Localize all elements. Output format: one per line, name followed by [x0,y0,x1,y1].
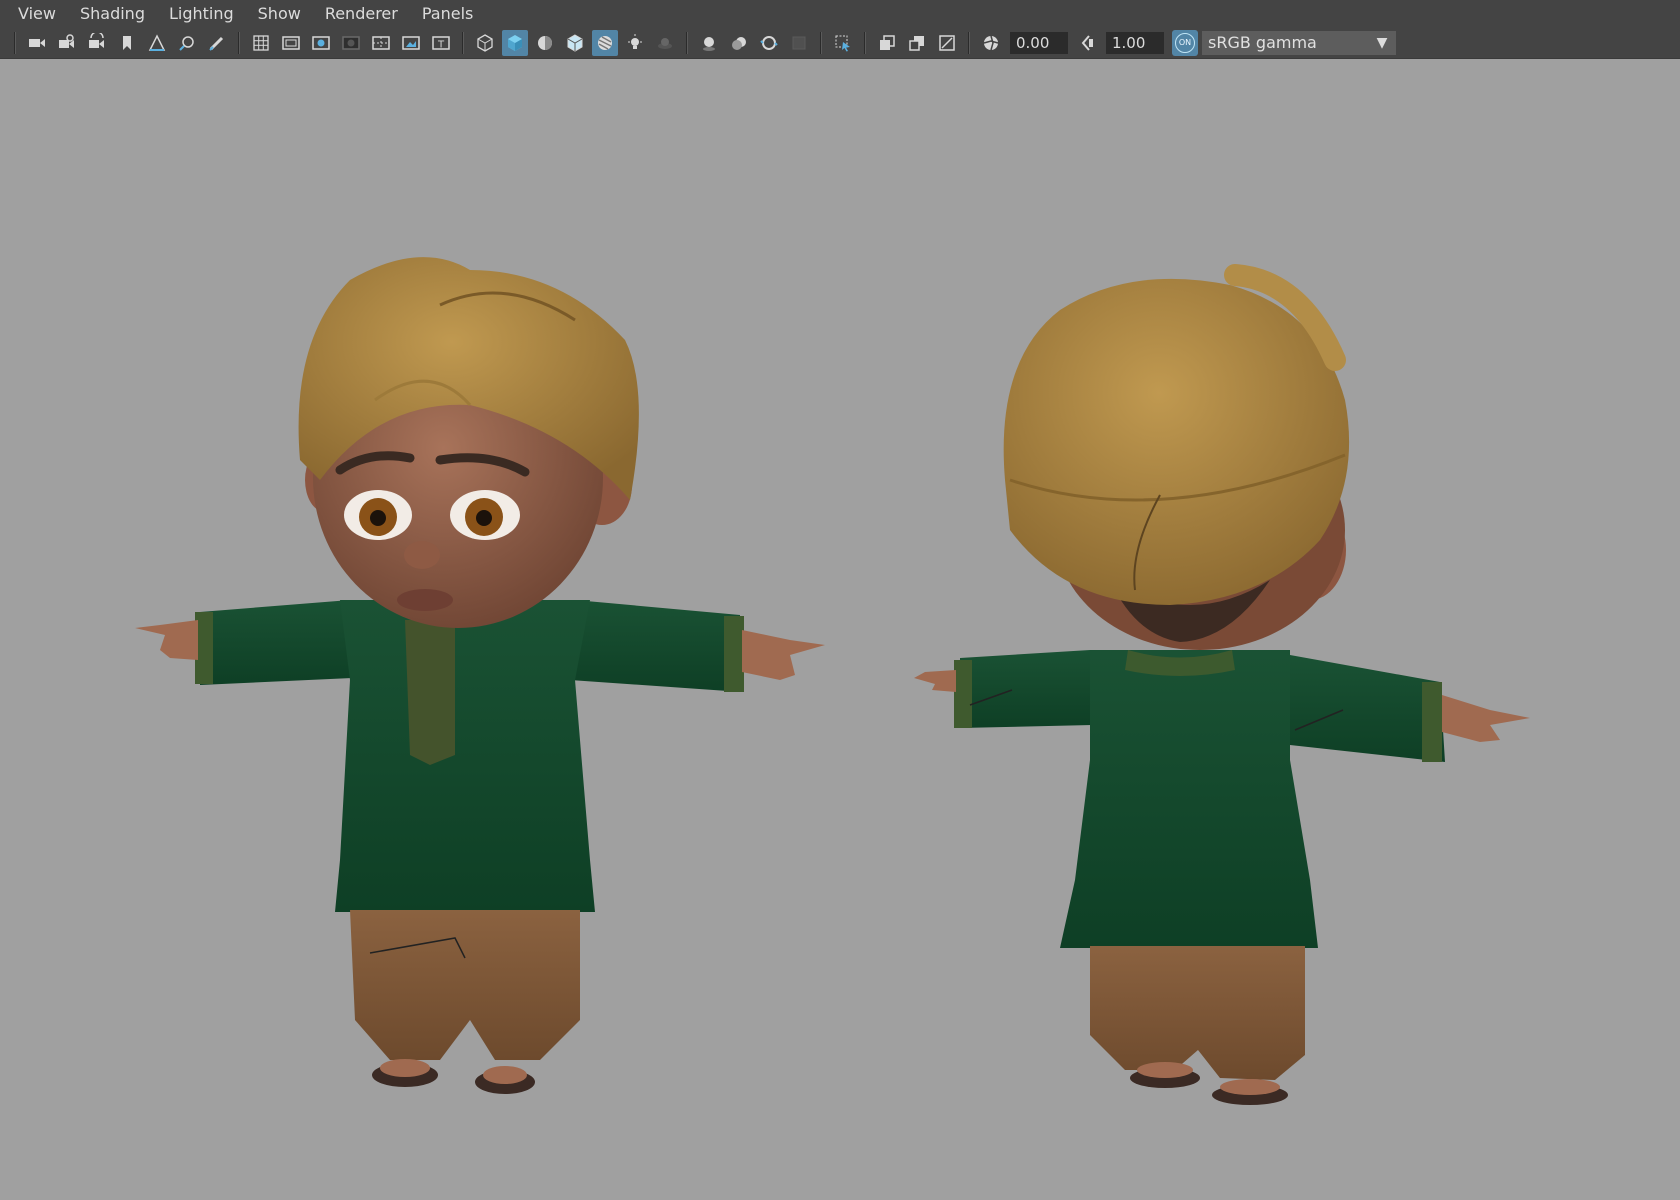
back-right-sleeve [1290,655,1445,762]
back-left-sleeve [960,650,1092,728]
back-right-foot [1220,1079,1280,1095]
color-management-on-label: ON [1175,32,1195,53]
backface-culling-icon[interactable] [934,30,960,56]
svg-text:T: T [437,39,445,50]
use-lights-icon[interactable] [622,30,648,56]
front-right-foot [483,1066,527,1084]
menu-lighting[interactable]: Lighting [157,0,246,27]
safe-title-icon[interactable]: T [428,30,454,56]
grid-icon[interactable] [248,30,274,56]
view-transform-label: sRGB gamma [1208,32,1317,52]
gamma-field[interactable]: 1.00 [1106,31,1164,54]
isolate-select-icon[interactable] [830,30,856,56]
toolbar-separator[interactable] [968,31,970,54]
safe-action-icon[interactable] [398,30,424,56]
front-kurta [335,600,595,912]
back-left-hand [914,670,956,692]
back-turban [1003,278,1350,605]
field-chart-icon[interactable] [368,30,394,56]
bookmark-icon[interactable] [114,30,140,56]
front-left-hand [135,620,198,660]
toolbar-separator[interactable] [864,31,866,54]
default-material-icon[interactable] [532,30,558,56]
back-kurta [1060,650,1318,948]
toolbar-separator[interactable] [462,31,464,54]
exposure-icon[interactable] [978,30,1004,56]
toolbar-separator[interactable] [238,31,240,54]
exposure-field[interactable]: 0.00 [1010,31,1068,54]
camera-icon[interactable] [24,30,50,56]
camera-attributes-icon[interactable] [54,30,80,56]
menu-view[interactable]: View [6,0,68,27]
toolbar-separator[interactable] [14,31,16,54]
wireframe-icon[interactable] [472,30,498,56]
front-pants [350,910,580,1060]
front-placket [405,620,455,765]
depth-of-field-icon[interactable] [786,30,812,56]
xray-active-components-icon[interactable] [904,30,930,56]
front-left-pupil [370,510,386,526]
wireframe-on-shaded-icon[interactable] [562,30,588,56]
shadows-icon[interactable] [652,30,678,56]
back-right-hand [1442,695,1530,742]
maya-viewport-panel: View Shading Lighting Show Renderer Pane… [0,0,1680,1200]
front-right-pupil [476,510,492,526]
menu-panels[interactable]: Panels [410,0,486,27]
view-transform-dropdown[interactable]: sRGB gamma ▼ [1202,30,1396,55]
xray-icon[interactable] [592,29,618,56]
viewport-scene [135,257,1530,1105]
gate-mask-icon[interactable] [338,30,364,56]
front-right-sleeve [570,600,742,692]
front-mouth [397,589,453,611]
front-right-cuff [724,616,744,692]
chevron-down-icon: ▼ [1376,34,1388,51]
color-management-toggle[interactable]: ON [1172,29,1198,56]
panel-toolbar: T 0.00 1.00 ON sRGB gamma ▼ [0,27,1680,59]
resolution-gate-icon[interactable] [308,30,334,56]
screen-space-ao-icon[interactable] [696,30,722,56]
back-left-foot [1137,1062,1193,1078]
back-right-cuff [1422,682,1442,762]
gamma-icon[interactable] [1074,30,1100,56]
toolbar-separator[interactable] [686,31,688,54]
image-plane-icon[interactable] [144,30,170,56]
front-left-sleeve [200,600,352,685]
back-pants [1090,946,1305,1080]
2d-pan-zoom-icon[interactable] [174,30,200,56]
back-left-cuff [954,660,972,728]
3d-viewport[interactable] [0,60,1680,1200]
front-nose [404,541,440,569]
smooth-shade-icon[interactable] [502,29,528,56]
menu-renderer[interactable]: Renderer [313,0,410,27]
multisample-aa-icon[interactable] [756,30,782,56]
menu-show[interactable]: Show [246,0,313,27]
motion-blur-icon[interactable] [726,30,752,56]
menu-shading[interactable]: Shading [68,0,157,27]
film-gate-icon[interactable] [278,30,304,56]
front-left-foot [380,1059,430,1077]
character-back-view[interactable] [914,264,1530,1105]
xray-joints-icon[interactable] [874,30,900,56]
character-front-view[interactable] [135,257,825,1094]
front-right-hand [742,630,825,680]
camera-bookmark-icon[interactable] [84,30,110,56]
panel-menu-bar: View Shading Lighting Show Renderer Pane… [0,0,1680,27]
toolbar-separator[interactable] [820,31,822,54]
grease-pencil-icon[interactable] [204,30,230,56]
